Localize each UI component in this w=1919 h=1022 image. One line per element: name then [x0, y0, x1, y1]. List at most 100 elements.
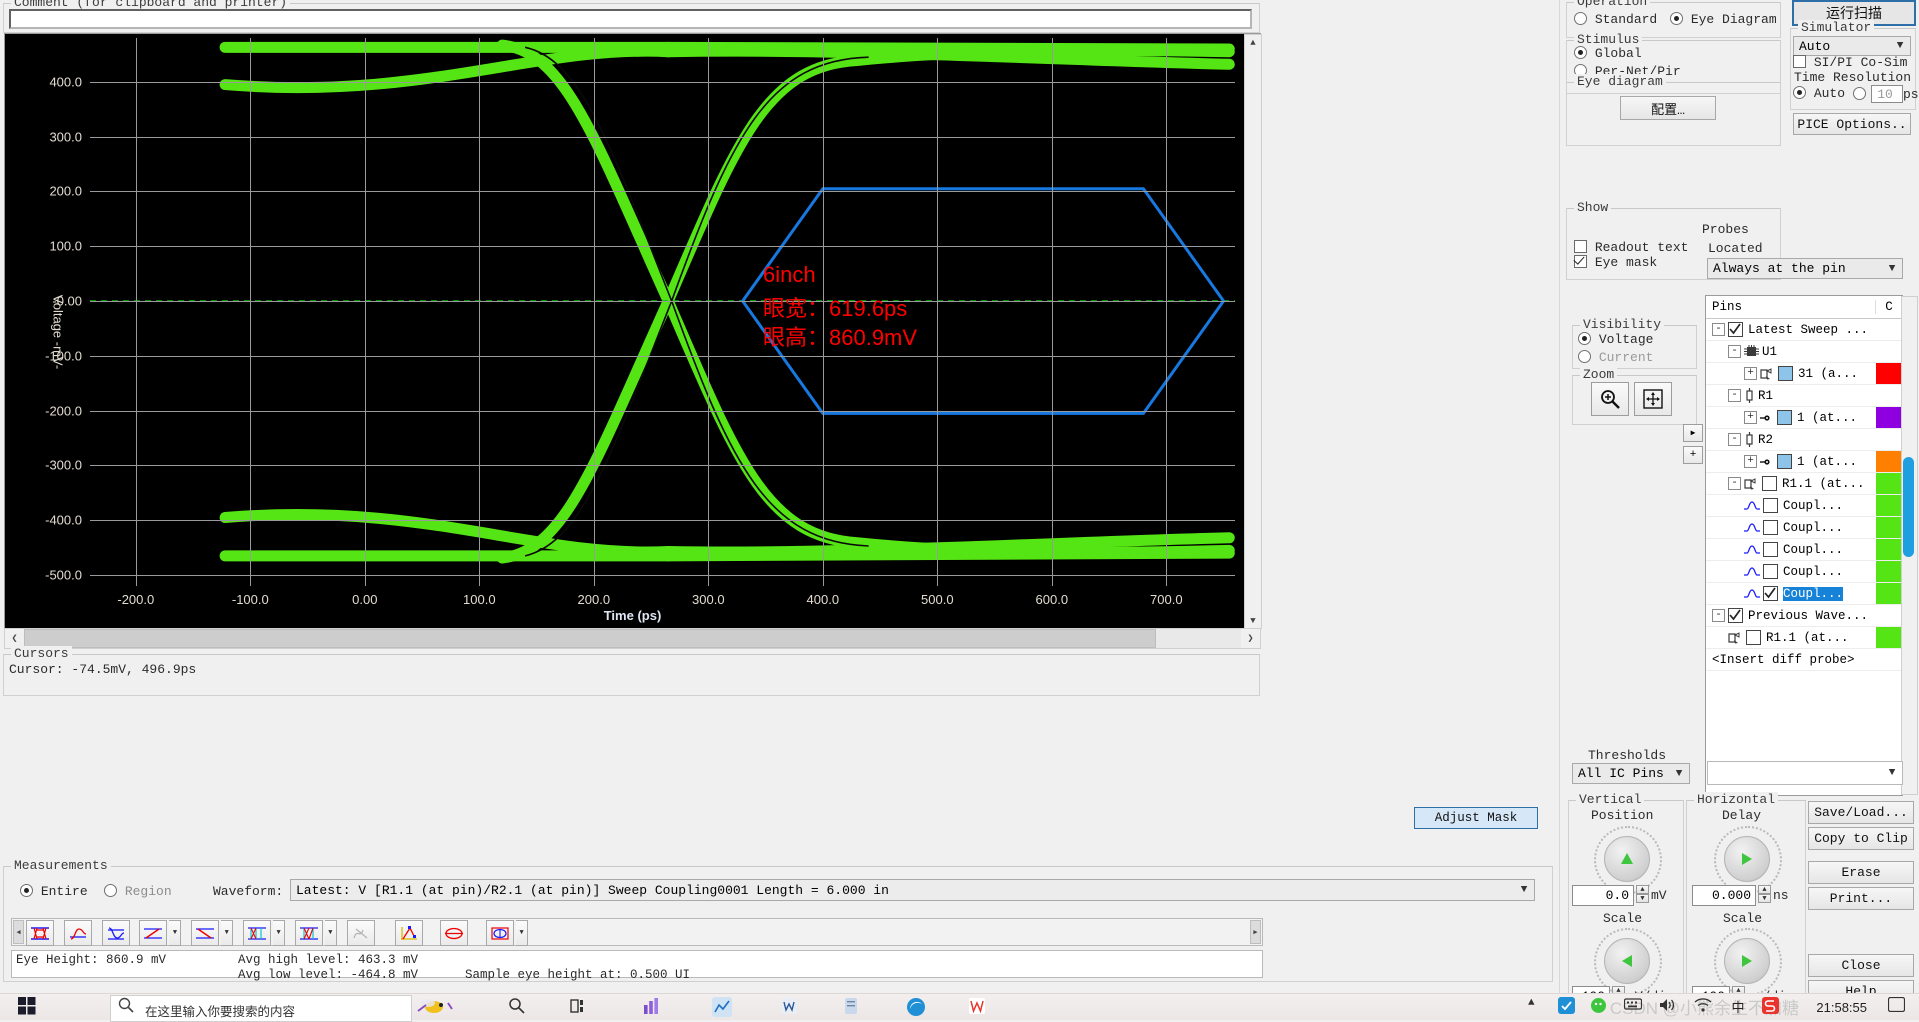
collapse-icon[interactable]: - [1728, 345, 1741, 358]
notification-icon[interactable] [1887, 996, 1908, 1017]
powerbi-icon[interactable] [642, 997, 662, 1017]
slope-icon[interactable] [394, 920, 423, 946]
taskbar[interactable]: 在这里输入你要搜索的内容 CSDN @小熊余生不加糖 ▲ 中 21:58:55 [0, 993, 1919, 1022]
operation-standard-option[interactable]: Standard [1574, 12, 1657, 27]
toolbar-scroll-right-icon[interactable]: ▶ [1250, 920, 1261, 944]
pin-checkbox[interactable] [1746, 630, 1761, 645]
collapse-icon[interactable]: - [1712, 323, 1725, 336]
cortana-bee-icon[interactable] [408, 997, 458, 1017]
collapse-icon[interactable]: - [1728, 477, 1741, 490]
expand-panel-button[interactable]: ▶ [1683, 424, 1703, 442]
collapse-icon[interactable]: - [1728, 389, 1741, 402]
sogou-icon[interactable] [1762, 997, 1782, 1017]
pins-tree-row[interactable]: - R2 [1706, 429, 1902, 451]
configure-button[interactable]: 配置… [1620, 96, 1716, 120]
save-load-button[interactable]: Save/Load... [1808, 801, 1914, 824]
pin-checkbox[interactable] [1763, 586, 1778, 601]
pins-tree-row[interactable]: Coupl... [1706, 517, 1902, 539]
network-icon[interactable] [1694, 997, 1714, 1017]
pin-color-swatch[interactable] [1876, 517, 1902, 538]
chevron-down-icon[interactable]: ▼ [1669, 768, 1689, 780]
spinner-down-icon[interactable]: ▼ [1758, 894, 1771, 903]
pin-swatch[interactable] [1777, 454, 1792, 469]
thresholds-secondary-combo[interactable]: ▼ [1707, 761, 1903, 785]
eye-diagram-radio[interactable] [1670, 12, 1683, 25]
current-radio[interactable] [1578, 350, 1591, 363]
pin-checkbox[interactable] [1763, 520, 1778, 535]
close-button[interactable]: Close [1808, 954, 1914, 977]
eye-height-icon[interactable] [26, 920, 54, 946]
add-probe-button[interactable]: + [1683, 446, 1703, 464]
vertical-position-knob[interactable] [1604, 836, 1650, 882]
pins-tree-rows[interactable]: - Latest Sweep ... - U1 +31 (a... - R1 +1 (at..… [1706, 319, 1902, 671]
vertical-position-input[interactable]: 0.0 [1572, 885, 1634, 906]
eye-mask-icon[interactable] [486, 920, 515, 946]
pin-color-swatch[interactable] [1876, 495, 1902, 516]
pins-tree-row[interactable]: +1 (at... [1706, 451, 1902, 473]
pin-checkbox[interactable] [1762, 476, 1777, 491]
visibility-current-option[interactable]: Current [1578, 350, 1653, 365]
pin-color-swatch[interactable] [1876, 363, 1902, 384]
chart-app-icon[interactable] [712, 997, 732, 1017]
rise-time-dropdown-icon[interactable]: ▼ [169, 920, 182, 946]
spinner-up-icon[interactable]: ▲ [1636, 885, 1649, 894]
eye-mask-checkbox[interactable] [1574, 255, 1587, 268]
chevron-down-icon[interactable]: ▼ [1882, 767, 1902, 779]
zoom-fit-button[interactable] [1634, 382, 1672, 416]
pin-color-swatch[interactable] [1876, 451, 1902, 472]
entire-radio[interactable] [20, 884, 33, 897]
eye-diagram-plot[interactable]: Voltage -mV- 400.0 300.0 200.0 100.0 -0.00 -1… [4, 33, 1261, 630]
pin-color-swatch[interactable] [1876, 627, 1902, 648]
print-button[interactable]: Print... [1808, 887, 1914, 910]
volume-icon[interactable] [1658, 997, 1678, 1017]
pin-color-swatch[interactable] [1876, 561, 1902, 582]
scroll-down-icon[interactable]: ▼ [1245, 613, 1261, 628]
eye-jitter-icon[interactable] [294, 920, 323, 946]
located-combo[interactable]: Always at the pin ▼ [1707, 258, 1903, 279]
time-resolution-auto-option[interactable]: Auto [1793, 86, 1845, 101]
visibility-voltage-option[interactable]: Voltage [1578, 332, 1653, 347]
waveform-combo[interactable]: Latest: V [R1.1 (at pin)/R2.1 (at pin)] … [290, 879, 1535, 901]
pin-checkbox[interactable] [1763, 542, 1778, 557]
pice-options-button[interactable]: PICE Options.. [1793, 113, 1911, 135]
zoom-in-button[interactable] [1591, 382, 1629, 416]
time-resolution-input[interactable]: 10 [1871, 85, 1903, 103]
pins-tree[interactable]: Pins C - Latest Sweep ... - U1 +31 (a... - R1 +… [1705, 295, 1903, 796]
readout-text-row[interactable]: Readout text [1574, 240, 1688, 255]
chevron-down-icon[interactable]: ▼ [1890, 40, 1910, 52]
thresholds-combo[interactable]: All IC Pins ▼ [1572, 763, 1690, 784]
erase-button[interactable]: Erase [1808, 861, 1914, 884]
toolbar-icons[interactable]: ▼ ▼ ▼ ▼ ▼ [26, 920, 530, 946]
adjust-mask-button-main[interactable]: Adjust Mask [1414, 807, 1538, 829]
notes-icon[interactable] [842, 997, 862, 1017]
region-radio-row[interactable]: Region [104, 884, 172, 899]
standard-radio[interactable] [1574, 12, 1587, 25]
pins-tree-scrollbar[interactable] [1901, 296, 1918, 795]
expand-icon[interactable]: + [1744, 455, 1757, 468]
pin-color-swatch[interactable] [1876, 583, 1902, 604]
expand-icon[interactable]: + [1744, 367, 1757, 380]
pin-swatch[interactable] [1777, 410, 1792, 425]
chart-vertical-scrollbar[interactable]: ▲ ▼ [1244, 34, 1262, 629]
eye-width-icon[interactable] [243, 920, 272, 946]
wps-icon[interactable] [968, 997, 988, 1017]
fall-time-icon[interactable] [191, 920, 220, 946]
edge-icon[interactable] [906, 997, 926, 1017]
pin-checkbox[interactable] [1763, 498, 1778, 513]
scroll-right-icon[interactable]: ❯ [1241, 629, 1260, 648]
pins-tree-row[interactable]: R1.1 (at... [1706, 627, 1902, 649]
eye-width-dropdown-icon[interactable]: ▼ [273, 920, 286, 946]
entire-radio-row[interactable]: Entire [20, 884, 88, 899]
horizontal-scale-knob[interactable] [1724, 938, 1770, 984]
tray-blue-icon[interactable] [1558, 997, 1578, 1017]
pins-tree-row[interactable]: - Previous Wave... [1706, 605, 1902, 627]
pin-checkbox[interactable] [1763, 564, 1778, 579]
pins-tree-scroll-thumb[interactable] [1903, 457, 1914, 557]
pins-tree-row[interactable]: - R1.1 (at... [1706, 473, 1902, 495]
word-icon[interactable] [780, 997, 800, 1017]
collapse-icon[interactable]: - [1728, 433, 1741, 446]
region-radio[interactable] [104, 884, 117, 897]
eye-jitter-dropdown-icon[interactable]: ▼ [324, 920, 337, 946]
task-view-icon[interactable] [570, 997, 590, 1017]
pins-tree-row[interactable]: Coupl... [1706, 495, 1902, 517]
